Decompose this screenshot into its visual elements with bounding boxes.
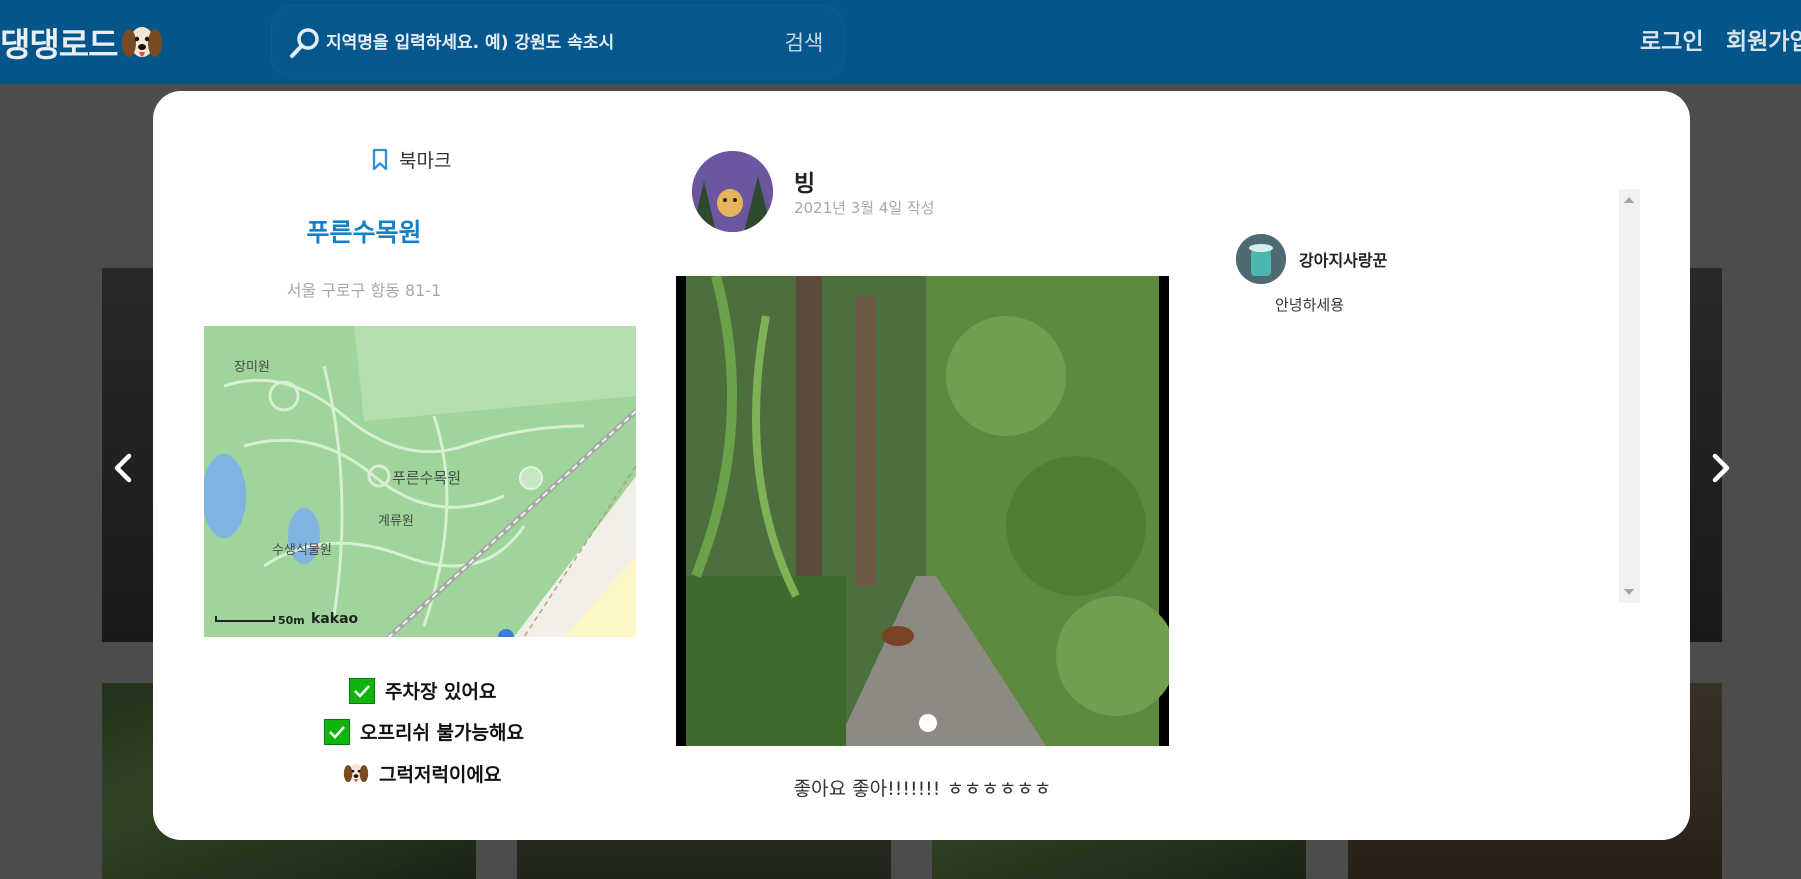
- avatar-image: [692, 151, 773, 232]
- search-input[interactable]: [324, 26, 708, 60]
- scroll-down-arrow-icon[interactable]: [1624, 589, 1634, 595]
- check-icon: [324, 718, 350, 745]
- logo[interactable]: 댕댕로드: [0, 18, 163, 66]
- bookmark-label: 북마크: [399, 150, 452, 172]
- bookmark-button[interactable]: 북마크: [371, 146, 451, 173]
- scroll-up-arrow-icon[interactable]: [1624, 197, 1634, 203]
- post-photo[interactable]: [676, 276, 1169, 746]
- post-image: [676, 276, 1169, 746]
- feature-parking: 주차장 있어요: [349, 677, 497, 704]
- chevron-right-icon: [1712, 453, 1730, 483]
- logo-text: 댕댕로드: [0, 25, 118, 64]
- map-label: 장미원: [234, 360, 270, 375]
- comment-avatar[interactable]: [1236, 234, 1286, 284]
- signup-link[interactable]: 회원가입: [1726, 22, 1801, 56]
- chevron-left-icon: [114, 453, 132, 483]
- feature-rating: 그럭저럭이에요: [343, 759, 501, 787]
- post-caption: 좋아요 좋아!!!!!!! ㅎㅎㅎㅎㅎㅎ: [793, 778, 1052, 800]
- feature-text: 오프리쉬 불가능해요: [360, 722, 524, 744]
- dog-icon: [122, 27, 163, 57]
- map[interactable]: 장미원 푸른수목원 계류원 수생식물원 50m kakao: [204, 326, 636, 637]
- search-icon: [290, 28, 319, 58]
- comment-avatar-image: [1236, 234, 1286, 284]
- check-icon: [349, 677, 375, 704]
- map-label: 푸른수목원: [392, 469, 462, 487]
- top-header: 댕댕로드 검색 로그인 회원가입: [0, 0, 1801, 84]
- kakao-logo: kakao: [311, 611, 359, 627]
- map-scale: 50m: [278, 614, 305, 627]
- comment-username[interactable]: 강아지사랑꾼: [1299, 247, 1387, 271]
- place-address: 서울 구로구 항동 81-1: [286, 281, 442, 300]
- comments-scrollbar[interactable]: [1619, 189, 1640, 603]
- place-name: 푸른수목원: [306, 218, 422, 247]
- login-link[interactable]: 로그인: [1640, 22, 1703, 56]
- post-date: 2021년 3월 4일 작성: [794, 199, 935, 217]
- author-name[interactable]: 빙: [794, 164, 815, 198]
- search-button[interactable]: 검색: [764, 24, 844, 60]
- map-label: 계류원: [378, 514, 414, 529]
- dog-icon: [343, 763, 369, 783]
- map-label: 수생식물원: [272, 543, 332, 558]
- author-avatar[interactable]: [692, 151, 773, 232]
- feature-offleash: 오프리쉬 불가능해요: [324, 718, 524, 745]
- search-bar: 검색: [272, 6, 844, 78]
- bookmark-icon: [372, 148, 388, 170]
- place-detail-modal: 북마크 푸른수목원 서울 구로구 항동 81-1 장미원 푸른수목원 계류원 수…: [153, 91, 1690, 840]
- feature-text: 주차장 있어요: [385, 681, 497, 703]
- next-arrow[interactable]: [1706, 450, 1736, 486]
- comment-text: 안녕하세용: [1275, 296, 1345, 314]
- previous-arrow[interactable]: [108, 450, 138, 486]
- feature-text: 그럭저럭이에요: [379, 763, 502, 786]
- carousel-dot[interactable]: [919, 714, 937, 732]
